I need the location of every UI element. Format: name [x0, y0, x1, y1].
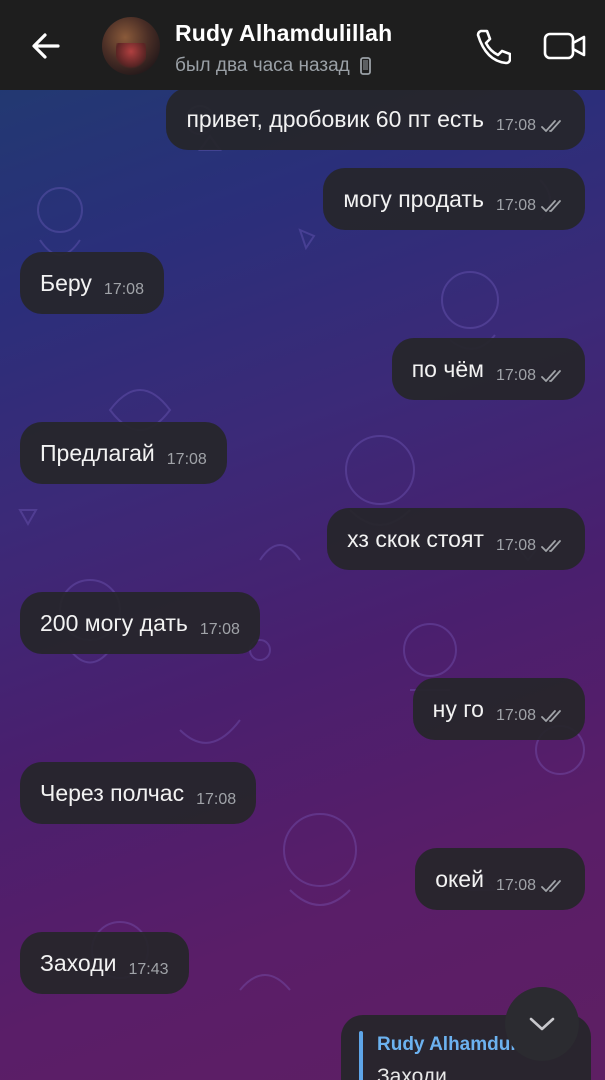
message-text: Через полчас: [40, 779, 185, 806]
reply-quote-bar: [359, 1031, 363, 1080]
message-time: 17:08: [166, 451, 207, 468]
message-incoming[interactable]: Заходи 17:43: [20, 932, 189, 994]
message-text: хз скок стоят: [347, 525, 484, 552]
contact-name[interactable]: Rudy Alhamdulillah: [175, 20, 392, 47]
message-time: 17:08: [495, 537, 536, 554]
message-time: 17:08: [495, 367, 536, 384]
message-outgoing[interactable]: окей 17:08: [415, 848, 585, 910]
double-check-icon: [541, 120, 561, 132]
last-seen-text: был два часа назад: [175, 55, 350, 76]
message-outgoing[interactable]: привет, дробовик 60 пт есть 17:08: [166, 88, 585, 150]
message-time: 17:43: [128, 961, 169, 978]
message-time: 17:08: [199, 621, 240, 638]
message-outgoing[interactable]: хз скок стоят 17:08: [327, 508, 585, 570]
video-camera-icon[interactable]: [542, 26, 588, 66]
message-time: 17:08: [495, 197, 536, 214]
message-incoming[interactable]: 200 могу дать 17:08: [20, 592, 260, 654]
message-time: 17:08: [495, 877, 536, 894]
message-time: 17:08: [495, 707, 536, 724]
avatar[interactable]: [102, 17, 160, 75]
message-text: могу продать: [343, 185, 484, 212]
message-incoming[interactable]: Через полчас 17:08: [20, 762, 257, 824]
reply-quoted-text: Заходи: [377, 1065, 447, 1080]
message-incoming[interactable]: Предлагай 17:08: [20, 422, 227, 484]
message-outgoing[interactable]: ну го 17:08: [412, 678, 585, 740]
contact-status: был два часа назад: [175, 55, 371, 77]
message-time: 17:08: [103, 281, 144, 298]
double-check-icon: [541, 710, 561, 722]
double-check-icon: [541, 880, 561, 892]
message-time: 17:08: [196, 791, 237, 808]
chevron-down-icon: [529, 1017, 555, 1031]
message-text: Беру: [40, 269, 92, 296]
double-check-icon: [541, 200, 561, 212]
arrow-back-icon[interactable]: [26, 26, 66, 66]
phone-icon[interactable]: [471, 26, 511, 66]
scroll-to-bottom-button[interactable]: [505, 987, 579, 1061]
message-list[interactable]: привет, дробовик 60 пт есть 17:08 могу п…: [0, 88, 605, 1080]
chat-header: Rudy Alhamdulillah был два часа назад: [0, 0, 605, 90]
message-text: Предлагай: [40, 439, 155, 466]
message-text: ну го: [432, 695, 484, 722]
message-text: привет, дробовик 60 пт есть: [186, 105, 484, 132]
message-time: 17:08: [495, 117, 536, 134]
message-incoming[interactable]: Беру 17:08: [20, 252, 164, 314]
mobile-device-icon: [359, 57, 371, 75]
message-text: по чём: [411, 355, 484, 382]
double-check-icon: [541, 540, 561, 552]
message-text: Заходи: [40, 949, 117, 976]
double-check-icon: [541, 370, 561, 382]
message-outgoing[interactable]: по чём 17:08: [391, 338, 585, 400]
message-text: 200 могу дать: [40, 609, 188, 636]
message-text: окей: [435, 865, 484, 892]
message-outgoing[interactable]: могу продать 17:08: [323, 168, 585, 230]
